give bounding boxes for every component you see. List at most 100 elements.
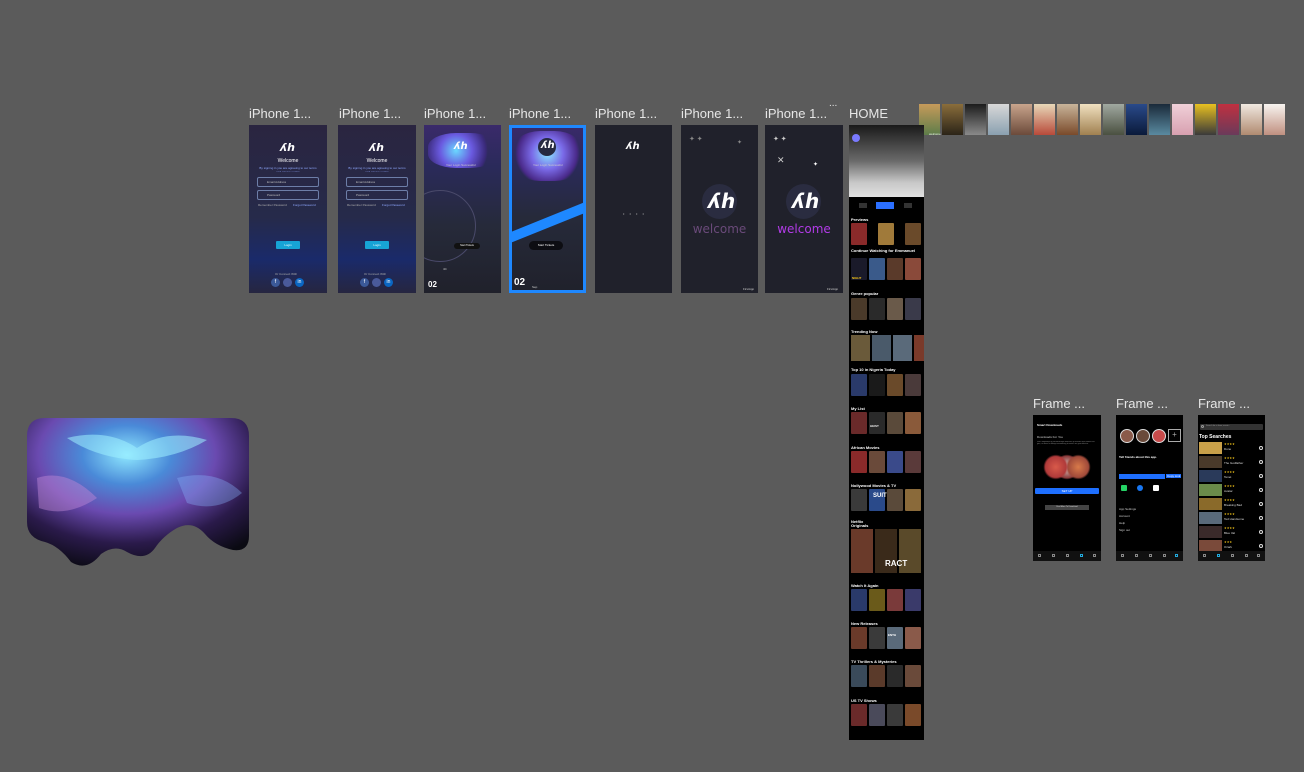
iphone-frame-welcome-2[interactable]: ✦ ✦ ✕ ✦ ʎh welcome FirstApp (765, 125, 843, 293)
poster[interactable] (887, 704, 903, 726)
strip-thumb[interactable] (1218, 104, 1239, 135)
forgot-password-link[interactable]: Forgot Password (382, 203, 405, 207)
play-icon[interactable] (1259, 544, 1263, 548)
strip-thumb[interactable] (1172, 104, 1193, 135)
poster[interactable] (887, 258, 903, 280)
avatar[interactable] (1120, 429, 1134, 443)
poster[interactable] (878, 223, 894, 245)
strip-thumb[interactable] (1241, 104, 1262, 135)
strip-thumb[interactable] (1057, 104, 1078, 135)
frame-label-iphone-2[interactable]: iPhone 1... (339, 106, 401, 121)
google-icon[interactable] (283, 278, 292, 287)
poster[interactable] (887, 298, 903, 320)
avatar[interactable] (1152, 429, 1166, 443)
iphone-frame-loading[interactable]: ʎh • • • • (595, 125, 672, 293)
email-field[interactable]: Email Address (346, 177, 408, 187)
poster[interactable] (887, 374, 903, 396)
poster[interactable] (869, 704, 885, 726)
find-more-button[interactable]: Find More To Download (1045, 505, 1089, 510)
strip-thumb[interactable] (965, 104, 986, 135)
poster[interactable] (869, 258, 885, 280)
poster[interactable] (905, 665, 921, 687)
poster[interactable] (851, 627, 867, 649)
avatar[interactable] (852, 134, 860, 142)
email-field[interactable]: Email Address (257, 177, 319, 187)
poster[interactable] (905, 298, 921, 320)
search-result-row[interactable]: ★★★★ Dune (1198, 442, 1265, 455)
google-icon[interactable] (372, 278, 381, 287)
poster[interactable] (914, 335, 924, 361)
search-result-row[interactable]: ★★★★ Ted Handsome (1198, 512, 1265, 525)
search-input[interactable]: Search for a show, movie... (1200, 424, 1263, 430)
tab-item[interactable] (859, 203, 867, 208)
facebook-icon[interactable] (1137, 485, 1143, 491)
menu-icon[interactable] (1175, 554, 1178, 557)
iphone-frame-welcome-1[interactable]: ✦ ✦ ✦ ʎh welcome FirstApp (681, 125, 758, 293)
frame-label-home[interactable]: HOME (849, 106, 888, 121)
search-result-row[interactable]: ★★★★ Breaking Bad (1198, 498, 1265, 511)
poster[interactable] (887, 627, 903, 649)
login-button[interactable]: Login (276, 241, 300, 249)
play-icon[interactable] (1259, 446, 1263, 450)
frame-more[interactable]: + Tell friends about this app. Copy Link… (1116, 415, 1183, 561)
strip-thumb[interactable] (988, 104, 1009, 135)
login-button[interactable]: Login (365, 241, 389, 249)
poster[interactable] (905, 258, 921, 280)
password-field[interactable]: Password (257, 190, 319, 200)
menu-item[interactable]: App Settings (1119, 507, 1136, 511)
poster[interactable] (887, 451, 903, 473)
iphone-frame-login-success[interactable]: ʎh Your Login Successful Start Tickets 4… (424, 125, 501, 293)
poster[interactable] (905, 627, 921, 649)
poster[interactable] (869, 589, 885, 611)
poster[interactable] (851, 374, 867, 396)
play-icon[interactable] (1149, 554, 1152, 557)
poster[interactable] (887, 489, 903, 511)
home-icon[interactable] (1203, 554, 1206, 557)
poster[interactable] (851, 298, 867, 320)
forgot-password-link[interactable]: Forgot Password (293, 203, 316, 207)
password-field[interactable]: Password (346, 190, 408, 200)
download-icon[interactable] (1080, 554, 1083, 557)
download-icon[interactable] (1245, 554, 1248, 557)
frame-label-iphone-5[interactable]: iPhone 1... (595, 106, 657, 121)
setup-button[interactable]: SET UP (1035, 488, 1099, 494)
play-icon[interactable] (1259, 488, 1263, 492)
poster[interactable] (905, 374, 921, 396)
frame-label-iphone-3[interactable]: iPhone 1... (424, 106, 486, 121)
home-icon[interactable] (1121, 554, 1124, 557)
play-icon[interactable] (1259, 516, 1263, 520)
poster[interactable] (851, 451, 867, 473)
whatsapp-icon[interactable] (1121, 485, 1127, 491)
poster[interactable] (851, 223, 867, 245)
linkedin-icon[interactable]: in (295, 278, 304, 287)
frame-label-iphone-1[interactable]: iPhone 1... (249, 106, 311, 121)
frame-label-frame-3[interactable]: Frame ... (1198, 396, 1250, 411)
add-profile-button[interactable]: + (1168, 429, 1181, 442)
poster[interactable] (869, 412, 885, 434)
strip-thumb[interactable] (1195, 104, 1216, 135)
strip-thumb[interactable] (1011, 104, 1032, 135)
strip-thumb[interactable] (1080, 104, 1101, 135)
search-icon[interactable] (1052, 554, 1055, 557)
poster[interactable] (887, 665, 903, 687)
copy-link-button[interactable]: Copy Link (1166, 474, 1182, 478)
poster[interactable] (869, 665, 885, 687)
strip-thumb[interactable] (1264, 104, 1285, 135)
start-ticket-button[interactable]: Start Tickets (529, 241, 563, 250)
strip-thumb[interactable] (1126, 104, 1147, 135)
iphone-frame-login-2[interactable]: ʎh Welcome By signing in you are agreein… (338, 125, 416, 293)
search-result-row[interactable]: ★★★★ Tenet (1198, 470, 1265, 483)
poster[interactable] (893, 335, 912, 361)
poster[interactable] (851, 489, 867, 511)
play-icon[interactable] (1259, 460, 1263, 464)
poster[interactable] (869, 298, 885, 320)
poster[interactable] (851, 529, 873, 573)
menu-icon[interactable] (1257, 554, 1260, 557)
poster[interactable] (887, 412, 903, 434)
frame-label-iphone-4[interactable]: iPhone 1... (509, 106, 571, 121)
menu-item[interactable]: Account (1119, 514, 1130, 518)
search-result-row[interactable]: ★★★★ The Godfather (1198, 456, 1265, 469)
poster[interactable] (887, 589, 903, 611)
download-icon[interactable] (1163, 554, 1166, 557)
poster[interactable] (905, 451, 921, 473)
